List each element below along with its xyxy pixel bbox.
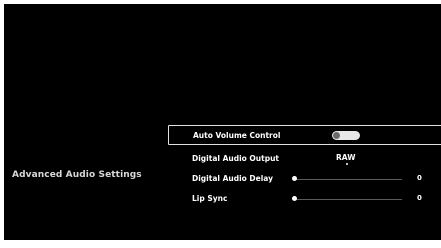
lip-sync-slider[interactable] (294, 199, 402, 200)
setting-lip-sync[interactable]: Lip Sync 0 (168, 190, 441, 208)
digital-audio-delay-slider[interactable] (294, 179, 402, 180)
setting-auto-volume-control[interactable]: Auto Volume Control (168, 125, 441, 145)
setting-label: Auto Volume Control (193, 131, 281, 140)
settings-menu: Auto Volume Control Digital Audio Output… (168, 122, 441, 214)
option-indicator-dot (346, 163, 348, 165)
slider-knob[interactable] (292, 176, 297, 181)
setting-digital-audio-output[interactable]: Digital Audio Output RAW (168, 150, 441, 168)
tv-screen: Advanced Audio Settings Auto Volume Cont… (4, 4, 441, 240)
setting-label: Lip Sync (192, 194, 228, 203)
setting-label: Digital Audio Output (192, 154, 280, 163)
setting-digital-audio-delay[interactable]: Digital Audio Delay 0 (168, 170, 441, 188)
toggle-knob (333, 132, 340, 139)
slider-value: 0 (417, 194, 422, 202)
slider-knob[interactable] (292, 196, 297, 201)
digital-audio-output-value[interactable]: RAW (336, 153, 356, 162)
setting-label: Digital Audio Delay (192, 174, 274, 183)
panel-title: Advanced Audio Settings (12, 170, 142, 180)
auto-volume-toggle[interactable] (332, 131, 360, 140)
slider-value: 0 (417, 174, 422, 182)
